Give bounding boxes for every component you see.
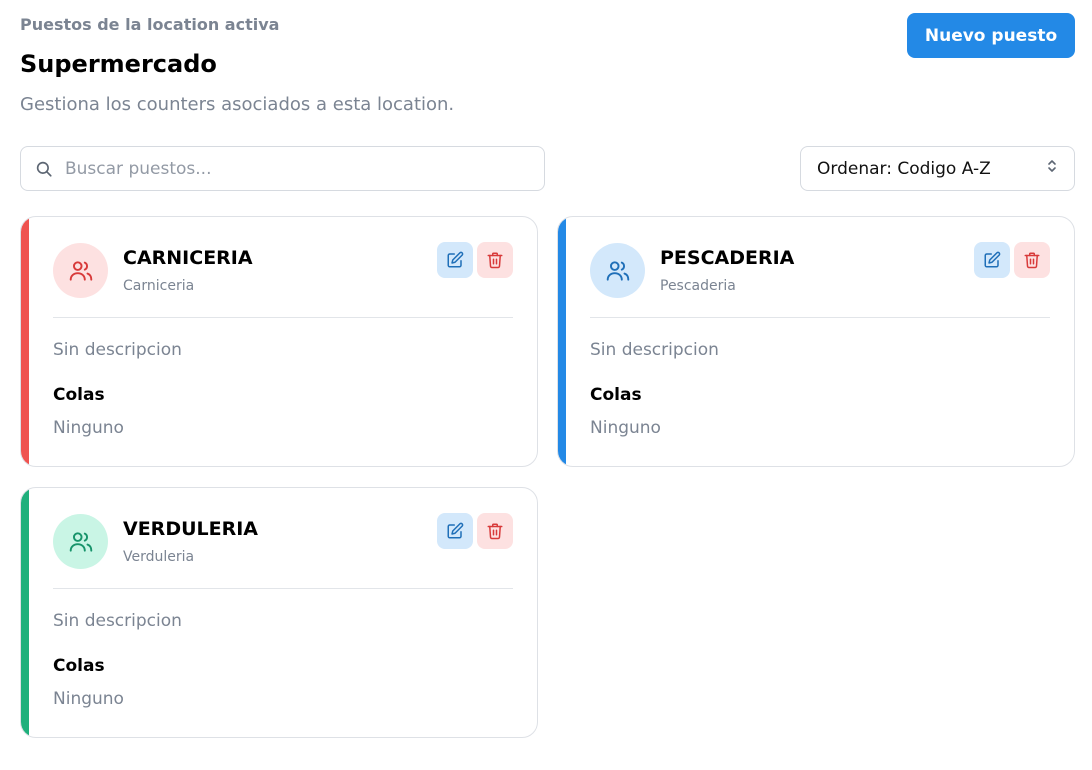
card-code: Carniceria bbox=[123, 278, 195, 294]
counter-card: VERDULERIA Verduleria Sin descripcion Co… bbox=[20, 487, 538, 738]
page-eyebrow: Puestos de la location activa bbox=[20, 15, 280, 34]
delete-button[interactable] bbox=[477, 242, 513, 278]
card-name: CARNICERIA bbox=[123, 247, 253, 269]
counter-card: CARNICERIA Carniceria Sin descripcion Co… bbox=[20, 216, 538, 467]
card-divider bbox=[53, 588, 513, 589]
card-code: Verduleria bbox=[123, 549, 195, 565]
trash-icon bbox=[1024, 252, 1040, 269]
avatar bbox=[53, 514, 108, 569]
page-title: Supermercado bbox=[20, 50, 217, 78]
users-icon bbox=[69, 260, 92, 281]
edit-icon bbox=[447, 522, 464, 539]
colas-value: Ninguno bbox=[53, 689, 124, 709]
avatar bbox=[53, 243, 108, 298]
delete-button[interactable] bbox=[477, 513, 513, 549]
users-icon bbox=[606, 260, 629, 281]
card-description: Sin descripcion bbox=[53, 611, 182, 631]
new-counter-button[interactable]: Nuevo puesto bbox=[907, 13, 1075, 58]
trash-icon bbox=[487, 252, 503, 269]
delete-button[interactable] bbox=[1014, 242, 1050, 278]
chevron-updown-icon bbox=[1046, 158, 1058, 179]
edit-icon bbox=[447, 251, 464, 268]
card-name: PESCADERIA bbox=[660, 247, 795, 269]
search-input[interactable] bbox=[65, 158, 525, 179]
search-box[interactable] bbox=[20, 146, 545, 191]
card-accent-bar bbox=[21, 488, 29, 737]
card-code: Pescaderia bbox=[660, 278, 736, 294]
card-name: VERDULERIA bbox=[123, 518, 259, 540]
edit-icon bbox=[984, 251, 1001, 268]
card-accent-bar bbox=[558, 217, 566, 466]
card-divider bbox=[53, 317, 513, 318]
edit-button[interactable] bbox=[974, 242, 1010, 278]
users-icon bbox=[69, 531, 92, 552]
colas-label: Colas bbox=[590, 385, 642, 405]
edit-button[interactable] bbox=[437, 513, 473, 549]
page-subtitle: Gestiona los counters asociados a esta l… bbox=[20, 94, 455, 115]
sort-select[interactable]: Ordenar: Codigo A-Z bbox=[800, 146, 1075, 191]
colas-value: Ninguno bbox=[53, 418, 124, 438]
colas-value: Ninguno bbox=[590, 418, 661, 438]
avatar bbox=[590, 243, 645, 298]
card-description: Sin descripcion bbox=[590, 340, 719, 360]
card-accent-bar bbox=[21, 217, 29, 466]
card-description: Sin descripcion bbox=[53, 340, 182, 360]
colas-label: Colas bbox=[53, 656, 105, 676]
colas-label: Colas bbox=[53, 385, 105, 405]
counter-card: PESCADERIA Pescaderia Sin descripcion Co… bbox=[557, 216, 1075, 467]
sort-label: Ordenar: Codigo A-Z bbox=[817, 158, 991, 179]
search-icon bbox=[35, 159, 55, 179]
edit-button[interactable] bbox=[437, 242, 473, 278]
trash-icon bbox=[487, 523, 503, 540]
card-divider bbox=[590, 317, 1050, 318]
